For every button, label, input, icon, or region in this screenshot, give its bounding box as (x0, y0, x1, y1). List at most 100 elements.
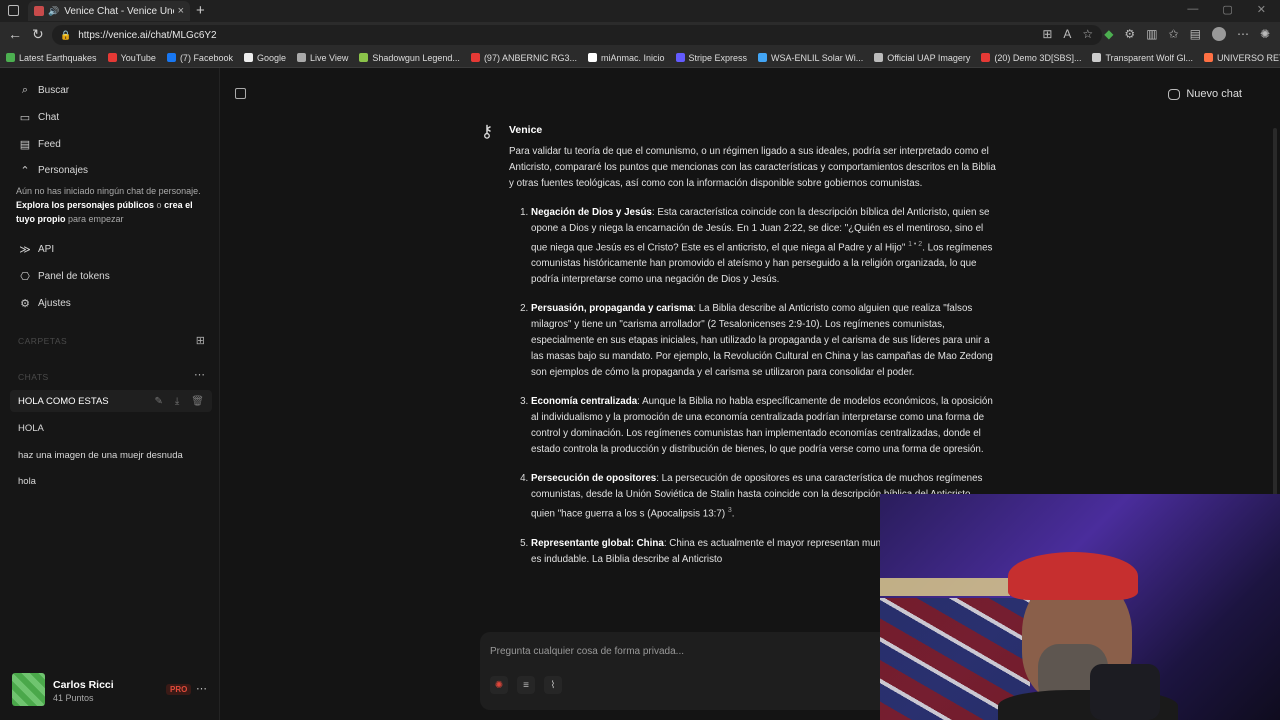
scrollbar[interactable] (1273, 128, 1277, 548)
bookmark-label: (7) Facebook (179, 52, 233, 63)
chat-item-label: HOLA COMO ESTAS (18, 395, 109, 407)
bookmark-label: Official UAP Imagery (887, 52, 971, 63)
chat-item[interactable]: HOLA (10, 417, 212, 439)
bookmark-item[interactable]: Google (243, 53, 286, 63)
more-menu-icon[interactable]: ⋯ (1237, 27, 1249, 41)
bookmark-favicon-icon (359, 53, 369, 62)
chats-menu-icon[interactable]: ⋯ (194, 368, 205, 381)
browser-tab[interactable]: 🔊 Venice Chat - Venice Uncens... × (28, 1, 190, 21)
bookmark-item[interactable]: WSA-ENLIL Solar Wi... (758, 53, 863, 63)
sidebar-item-settings[interactable]: ⚙ Ajustes (18, 297, 71, 310)
url-field[interactable]: 🔒 https://venice.ai/chat/MLGc6Y2 (52, 25, 1102, 45)
bookmark-label: (20) Demo 3D[SBS]... (994, 52, 1082, 63)
sidebar-item-chat[interactable]: ▭ Chat (18, 111, 59, 124)
bookmark-item[interactable]: (20) Demo 3D[SBS]... (981, 53, 1081, 63)
bookmark-favicon-icon (243, 53, 253, 62)
bookmark-favicon-icon (6, 53, 15, 62)
bookmark-item[interactable]: miAnmac. Inicio (587, 53, 665, 63)
bookmark-label: Shadowgun Legend... (372, 52, 460, 63)
back-icon[interactable]: ← (8, 26, 22, 42)
sliders-icon[interactable]: ≡ (517, 676, 535, 694)
bookmark-item[interactable]: (97) ANBERNIC RG3... (470, 53, 577, 63)
bookmark-favicon-icon (1092, 53, 1102, 62)
item-title: Persecución de opositores (531, 473, 657, 485)
copilot-icon[interactable]: ✺ (1260, 27, 1270, 41)
bookmark-item[interactable]: Live View (297, 53, 348, 63)
message-author: Venice (509, 124, 543, 136)
sidebar-item-label: Personajes (38, 165, 89, 176)
sidebar-item-feed[interactable]: ▤ Feed (18, 138, 61, 151)
new-chat-button[interactable]: Nuevo chat (1168, 88, 1242, 100)
message-list-item: Economía centralizada: Aunque la Biblia … (531, 394, 997, 458)
bookmark-item[interactable]: Transparent Wolf Gl... (1092, 53, 1193, 63)
chat-item[interactable]: hola (10, 470, 212, 492)
sidebar-item-search[interactable]: ⌕ Buscar (18, 84, 69, 97)
bookmark-item[interactable]: (7) Facebook (166, 52, 233, 63)
lock-icon: 🔒 (60, 29, 72, 40)
minimize-icon[interactable]: — (1187, 3, 1198, 16)
chat-item-label: haz una imagen de una muejr desnuda (18, 449, 183, 461)
venice-mode-icon[interactable]: ✺ (490, 676, 508, 694)
maximize-icon[interactable]: ▢ (1222, 3, 1232, 16)
user-menu-icon[interactable]: ⋯ (196, 682, 207, 695)
collections-icon[interactable]: ▤ (1190, 27, 1201, 41)
chevron-up-icon: ⌃ (20, 165, 30, 177)
new-chat-icon (1168, 88, 1181, 100)
chat-item[interactable]: haz una imagen de una muejr desnuda (10, 444, 212, 466)
bookmark-label: Latest Earthquakes (19, 52, 97, 63)
user-profile[interactable]: Carlos Ricci 41 Puntos PRO ⋯ (12, 673, 212, 707)
sidebar-item-personajes[interactable]: ⌃ Personajes (18, 164, 88, 177)
sidebar-item-api[interactable]: ≫ API (18, 243, 54, 256)
tab-actions-icon[interactable] (8, 5, 19, 16)
read-aloud-icon[interactable]: A (1063, 27, 1071, 41)
close-tab-icon[interactable]: × (178, 5, 184, 17)
persona-empty-note: Aún no has iniciado ningún chat de perso… (16, 184, 212, 226)
sidebar-item-label: API (38, 244, 55, 255)
bookmark-favicon-icon (675, 53, 685, 62)
bookmark-item[interactable]: Shadowgun Legend... (359, 53, 460, 63)
sidebar-item-token-panel[interactable]: ⎔ Panel de tokens (18, 270, 110, 283)
download-icon[interactable]: ⤓ (175, 396, 179, 407)
bookmark-item[interactable]: Stripe Express (675, 53, 747, 63)
chat-composer[interactable]: Pregunta cualquier cosa de forma privada… (480, 632, 900, 710)
url-text: https://venice.ai/chat/MLGc6Y2 (78, 29, 217, 41)
new-chat-label: Nuevo chat (1186, 88, 1242, 100)
item-text: . (731, 508, 735, 520)
bookmark-label: UNIVERSO RETRO... (1216, 52, 1280, 63)
bookmark-item[interactable]: YouTube (107, 52, 156, 63)
item-title: Persuasión, propaganda y carisma (531, 303, 694, 315)
bookmark-label: YouTube (120, 52, 156, 63)
speaker-icon[interactable]: 🔊 (48, 6, 59, 17)
bookmarks-bar: Latest Earthquakes YouTube (7) Facebook Goo… (0, 48, 1280, 68)
venice-keys-icon: ⚷ (480, 122, 494, 141)
add-folder-icon[interactable]: ⊞ (196, 334, 205, 347)
profile-avatar[interactable] (1211, 27, 1226, 41)
webcam-overlay (880, 494, 1280, 720)
bookmark-item[interactable]: Official UAP Imagery (874, 53, 970, 63)
shield-extension-icon[interactable]: ◆ (1104, 27, 1113, 41)
citation-ref[interactable]: 1 • 2 (908, 241, 922, 248)
close-window-icon[interactable]: ✕ (1257, 3, 1266, 16)
favorites-icon[interactable]: ✩ (1169, 27, 1179, 41)
split-screen-icon[interactable]: ▥ (1146, 27, 1157, 41)
edit-icon[interactable]: ✎ (154, 396, 162, 407)
bookmark-item[interactable]: Latest Earthquakes (6, 53, 97, 63)
explore-personas-link[interactable]: Explora los personajes públicos (16, 200, 154, 210)
address-toolbar: ← ↻ 🔒 https://venice.ai/chat/MLGc6Y2 ⊞ A… (0, 22, 1280, 48)
app-icon[interactable]: ⊞ (1042, 27, 1052, 41)
bookmark-item[interactable]: UNIVERSO RETRO... (1203, 52, 1280, 63)
paperclip-icon[interactable]: ⌇ (544, 676, 562, 694)
extensions-icon[interactable]: ⚙ (1124, 27, 1135, 41)
message-list-item: Negación de Dios y Jesús: Esta caracterí… (531, 205, 997, 288)
composer-placeholder: Pregunta cualquier cosa de forma privada… (490, 646, 684, 657)
window-controls: — ▢ ✕ (1187, 3, 1266, 16)
chat-item[interactable]: HOLA COMO ESTAS ✎ ⤓ 🗑 (10, 390, 212, 412)
reload-icon[interactable]: ↻ (32, 26, 44, 43)
new-tab-icon[interactable]: + (196, 2, 205, 19)
tab-title: Venice Chat - Venice Uncens... (64, 5, 173, 17)
toggle-sidebar-icon[interactable] (235, 88, 246, 99)
trash-icon[interactable]: 🗑 (191, 396, 204, 407)
chats-section-label: CHATS (18, 372, 49, 382)
message-intro: Para validar tu teoría de que el comunis… (509, 146, 996, 189)
favorite-star-icon[interactable]: ☆ (1082, 27, 1093, 41)
